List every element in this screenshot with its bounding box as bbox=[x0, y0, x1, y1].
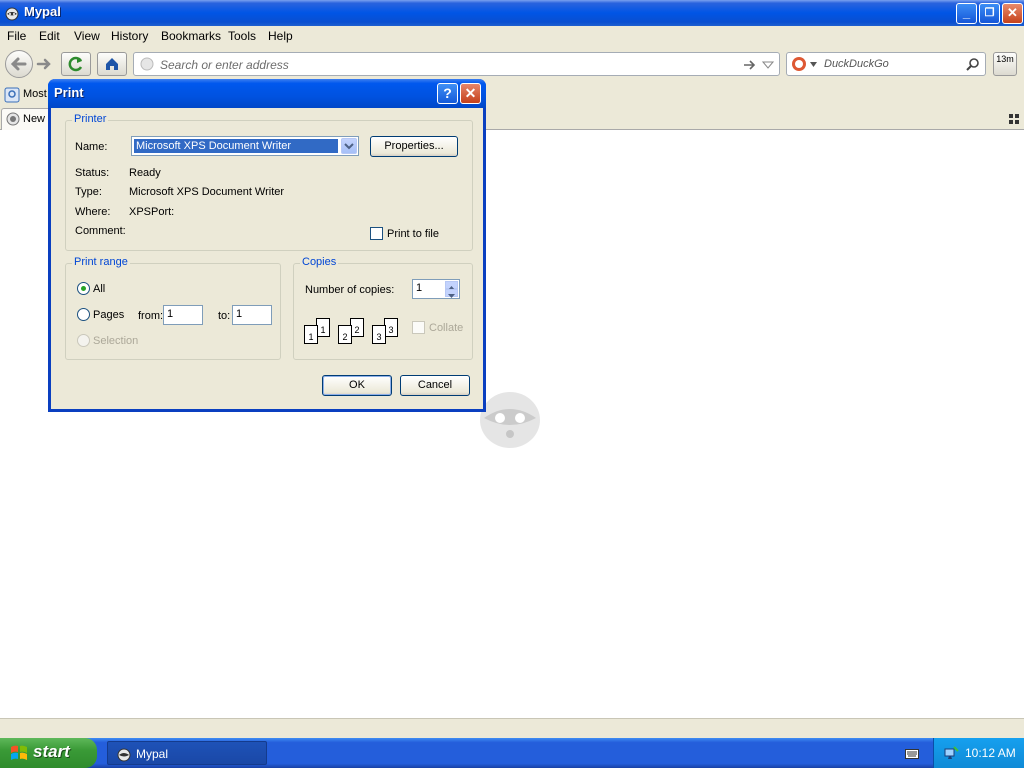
menu-history[interactable]: History bbox=[111, 29, 148, 43]
collate-checkbox[interactable] bbox=[412, 321, 425, 334]
start-label: start bbox=[33, 742, 70, 761]
close-button[interactable]: ✕ bbox=[1002, 3, 1023, 24]
duckduckgo-icon bbox=[792, 57, 806, 71]
printer-legend: Printer bbox=[72, 113, 109, 125]
select-dropdown-button[interactable] bbox=[341, 138, 357, 154]
search-engine-dropdown-icon[interactable] bbox=[810, 62, 817, 67]
collate-page: 2 bbox=[350, 318, 364, 337]
spin-down-icon bbox=[448, 294, 455, 298]
dialog-close-button[interactable]: ✕ bbox=[460, 83, 481, 104]
window-title: Mypal bbox=[24, 4, 61, 19]
menu-bar: File Edit View History Bookmarks Tools H… bbox=[0, 26, 1024, 46]
range-selection-label: Selection bbox=[93, 335, 139, 347]
print-range-legend: Print range bbox=[72, 256, 130, 268]
windows-logo-icon bbox=[11, 745, 27, 760]
collate-label: Collate bbox=[429, 322, 464, 334]
window-titlebar: Mypal _ ❐ ✕ bbox=[0, 0, 1024, 26]
range-selection-radio[interactable] bbox=[77, 334, 90, 347]
home-button[interactable] bbox=[97, 52, 127, 76]
where-value: XPSPort: bbox=[129, 206, 175, 218]
search-icon[interactable] bbox=[965, 57, 980, 72]
where-label: Where: bbox=[75, 206, 111, 218]
addon-badge-button[interactable]: 13m bbox=[993, 52, 1017, 76]
keyboard-icon[interactable] bbox=[905, 747, 919, 759]
menu-help[interactable]: Help bbox=[268, 29, 293, 43]
copies-spinner[interactable]: 1 bbox=[412, 279, 460, 299]
most-visited-icon bbox=[4, 87, 20, 103]
type-value: Microsoft XPS Document Writer bbox=[129, 186, 285, 198]
system-tray: 10:12 AM bbox=[933, 738, 1024, 768]
cancel-button[interactable]: Cancel bbox=[400, 375, 470, 396]
search-placeholder: DuckDuckGo bbox=[824, 58, 889, 70]
minimize-button[interactable]: _ bbox=[956, 3, 977, 24]
menu-tools[interactable]: Tools bbox=[228, 29, 256, 43]
range-pages-radio[interactable] bbox=[77, 308, 90, 321]
range-all-radio[interactable] bbox=[77, 282, 90, 295]
reload-icon bbox=[68, 56, 83, 72]
dropdown-arrow-icon[interactable] bbox=[762, 61, 774, 69]
print-to-file-checkbox[interactable] bbox=[370, 227, 383, 240]
taskbar-item-mypal[interactable]: Mypal bbox=[107, 741, 267, 765]
search-bar[interactable]: DuckDuckGo bbox=[786, 52, 986, 76]
from-page-input[interactable]: 1 bbox=[163, 305, 203, 325]
name-label: Name: bbox=[75, 141, 108, 153]
restore-button[interactable]: ❐ bbox=[979, 3, 1000, 24]
status-bar bbox=[0, 718, 1024, 738]
menu-edit[interactable]: Edit bbox=[39, 29, 60, 43]
tab-groups-icon[interactable] bbox=[1009, 114, 1019, 124]
type-label: Type: bbox=[75, 186, 102, 198]
back-arrow-icon bbox=[10, 57, 27, 71]
ok-button[interactable]: OK bbox=[322, 375, 392, 396]
taskbar-item-label: Mypal bbox=[136, 747, 169, 761]
collate-page: 3 bbox=[372, 325, 386, 344]
taskbar: start Mypal 10:12 AM bbox=[0, 738, 1024, 768]
collate-page: 1 bbox=[304, 325, 318, 344]
spin-down-button[interactable] bbox=[445, 289, 458, 298]
copies-legend: Copies bbox=[300, 256, 339, 268]
clock: 10:12 AM bbox=[965, 746, 1016, 760]
range-pages-label[interactable]: Pages bbox=[93, 309, 124, 321]
home-icon bbox=[106, 58, 118, 70]
copies-value: 1 bbox=[416, 282, 423, 294]
comment-label: Comment: bbox=[75, 225, 126, 237]
chevron-down-icon bbox=[344, 143, 354, 150]
collate-page: 3 bbox=[384, 318, 398, 337]
to-page-input[interactable]: 1 bbox=[232, 305, 272, 325]
status-label: Status: bbox=[75, 167, 110, 179]
print-dialog-titlebar: Print ? ✕ bbox=[48, 79, 486, 108]
print-dialog: Print ? ✕ Printer Name: Microsoft XPS Do… bbox=[48, 79, 486, 412]
number-of-copies-label: Number of copies: bbox=[305, 284, 395, 296]
printer-name-value: Microsoft XPS Document Writer bbox=[133, 138, 339, 154]
address-bar[interactable]: Search or enter address bbox=[133, 52, 780, 76]
globe-icon bbox=[140, 57, 154, 71]
forward-arrow-icon[interactable] bbox=[36, 56, 52, 72]
bookmark-most-visited[interactable]: Most bbox=[23, 88, 47, 100]
start-button[interactable]: start bbox=[0, 738, 97, 768]
collate-page: 1 bbox=[316, 318, 330, 337]
print-dialog-title: Print bbox=[54, 85, 84, 100]
reload-button[interactable] bbox=[61, 52, 91, 76]
from-label: from: bbox=[138, 310, 164, 322]
mypal-logo-icon bbox=[5, 7, 19, 21]
to-label: to: bbox=[218, 310, 231, 322]
menu-bookmarks[interactable]: Bookmarks bbox=[161, 29, 221, 43]
spin-up-button[interactable] bbox=[445, 281, 458, 290]
addon-badge-text: 13m bbox=[996, 54, 1014, 64]
go-arrow-icon[interactable] bbox=[743, 58, 757, 72]
mypal-task-icon bbox=[117, 748, 131, 762]
menu-file[interactable]: File bbox=[7, 29, 26, 43]
range-all-label[interactable]: All bbox=[93, 283, 105, 295]
copies-group: Copies bbox=[293, 256, 473, 360]
collate-page: 2 bbox=[338, 325, 352, 344]
address-placeholder: Search or enter address bbox=[160, 58, 289, 72]
printer-name-select[interactable]: Microsoft XPS Document Writer bbox=[131, 136, 359, 156]
status-value: Ready bbox=[129, 167, 161, 179]
tab-favicon-icon bbox=[6, 112, 20, 126]
network-icon[interactable] bbox=[943, 745, 959, 761]
properties-button[interactable]: Properties... bbox=[370, 136, 458, 157]
help-button[interactable]: ? bbox=[437, 83, 458, 104]
back-button[interactable] bbox=[5, 50, 33, 78]
menu-view[interactable]: View bbox=[74, 29, 100, 43]
print-to-file-label[interactable]: Print to file bbox=[387, 228, 439, 240]
